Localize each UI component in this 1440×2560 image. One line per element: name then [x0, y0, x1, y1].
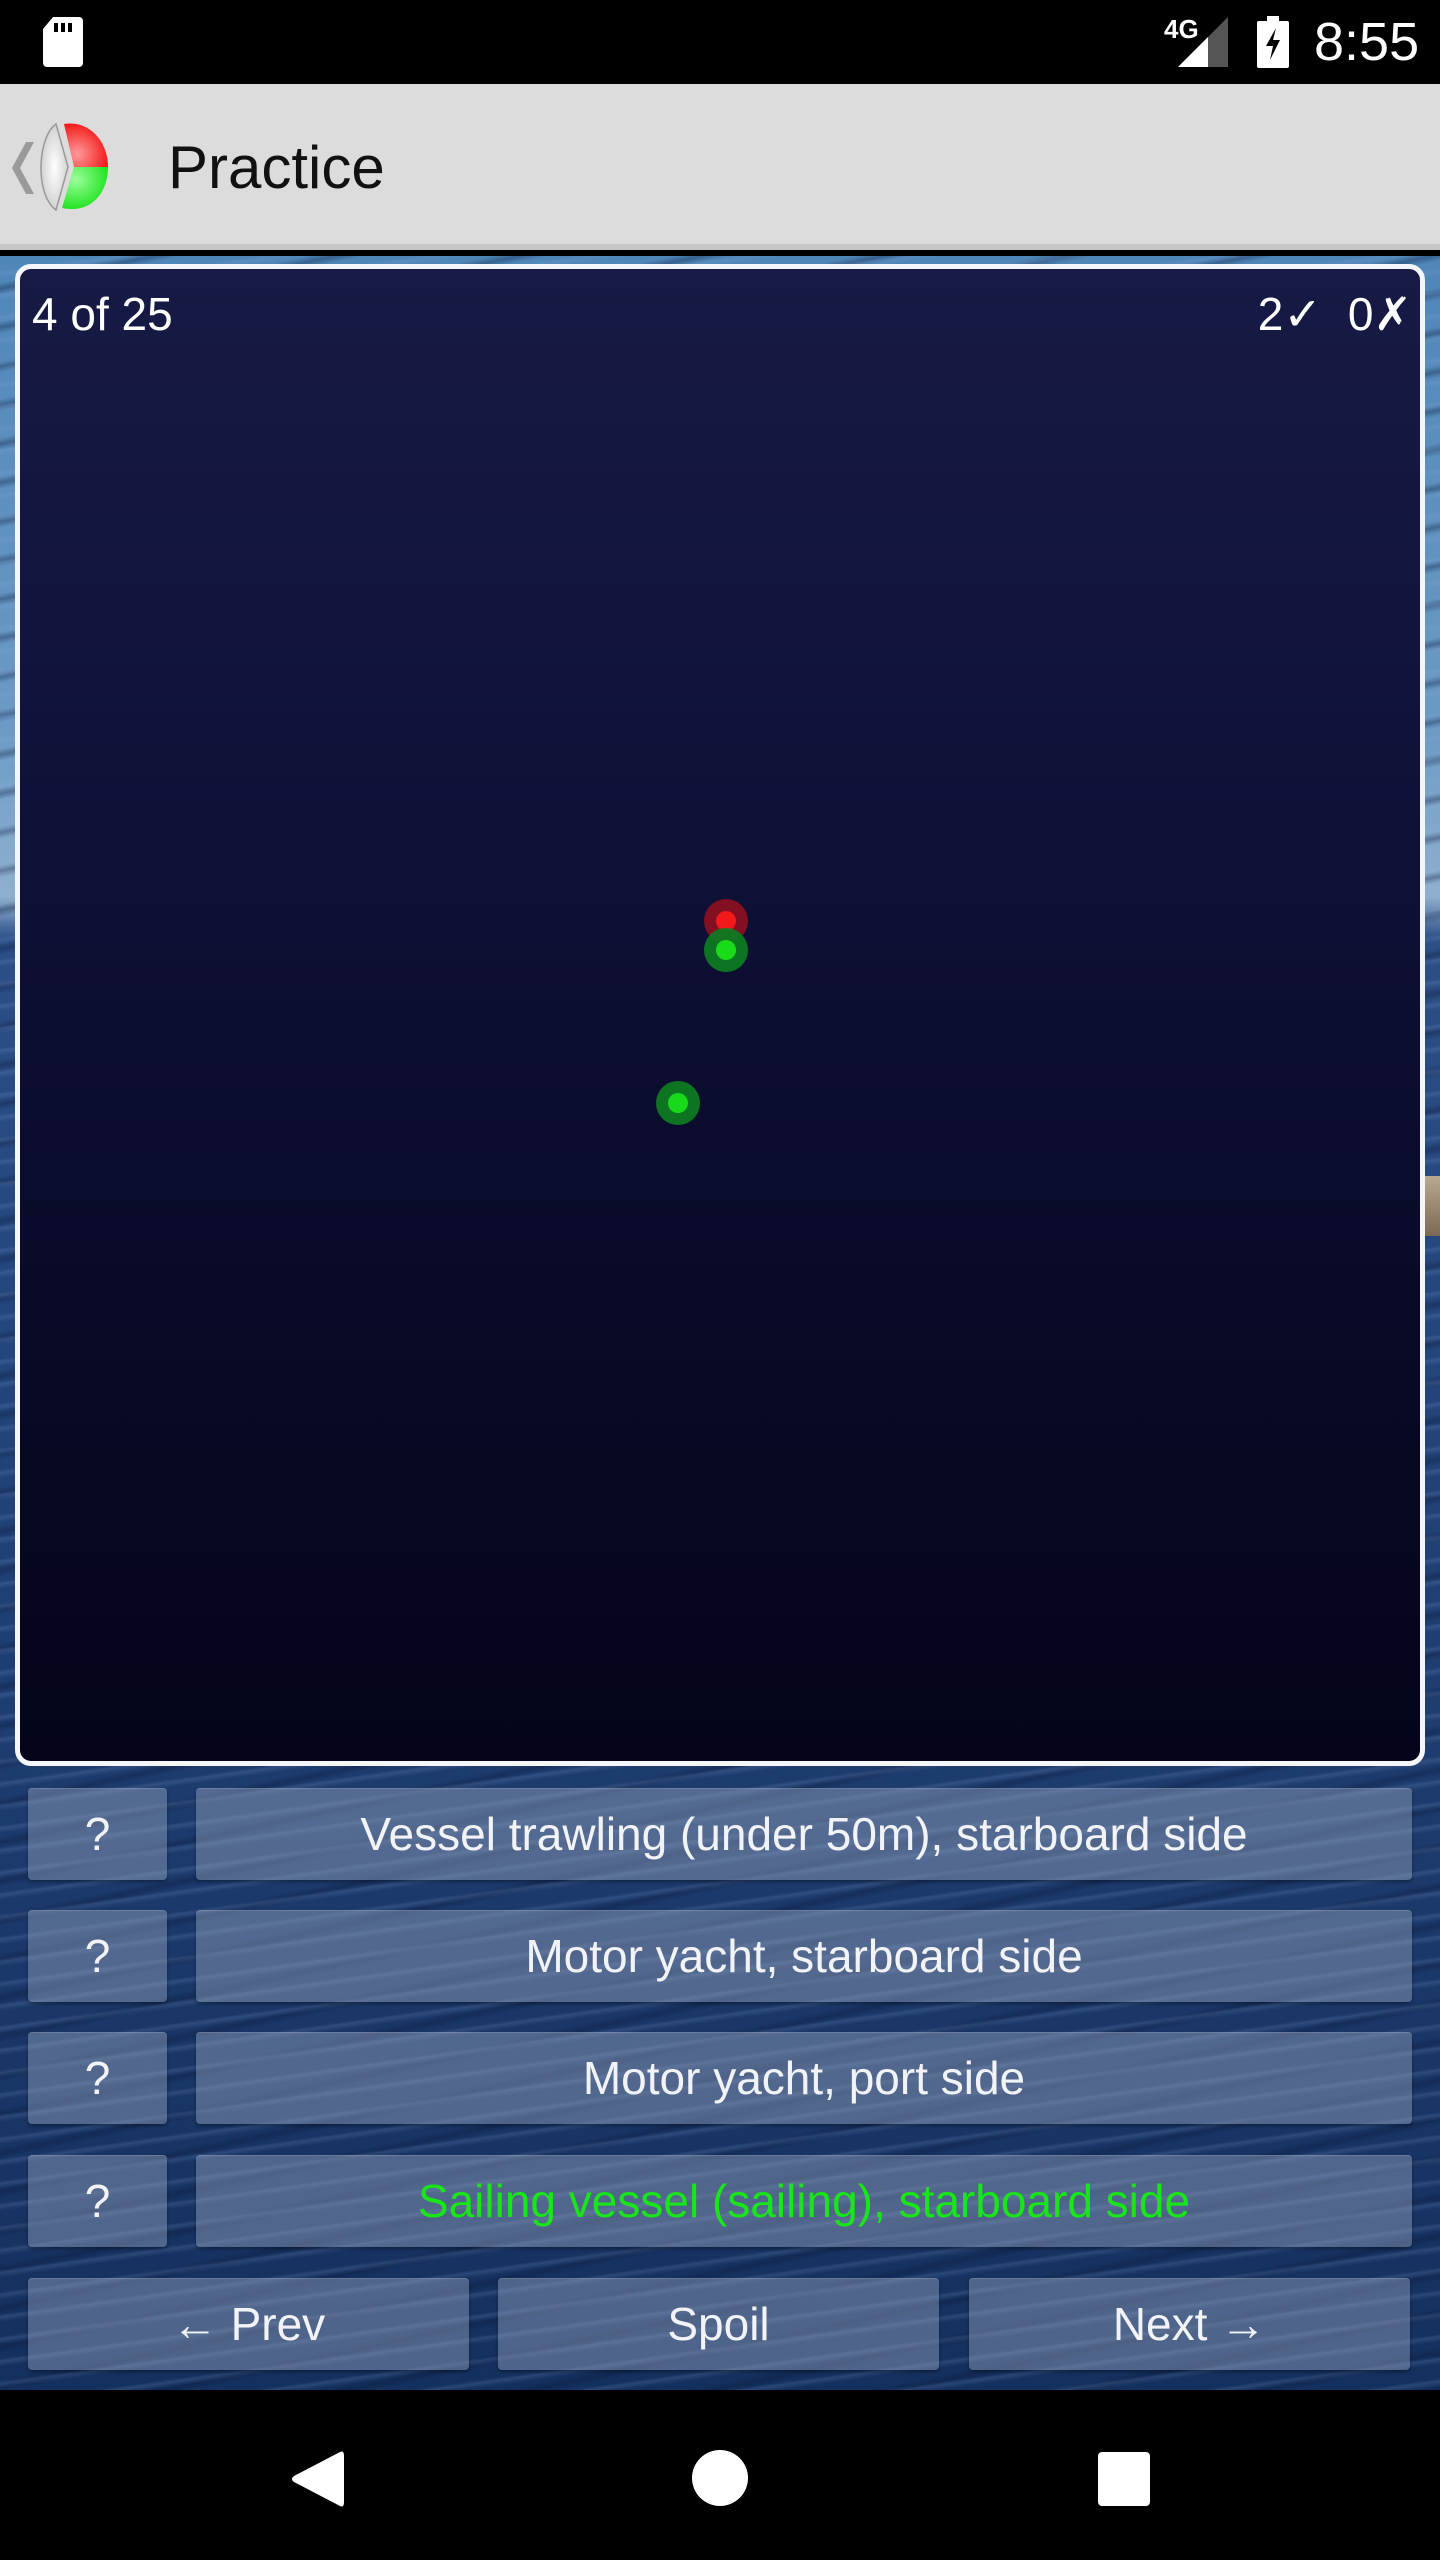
triangle-back-icon[interactable]: [290, 2450, 344, 2508]
question-progress: 4 of 25: [32, 288, 173, 340]
prev-button[interactable]: ← Prev: [28, 2278, 469, 2370]
navigation-lights-logo-icon[interactable]: [34, 122, 108, 212]
answer-row: ? Motor yacht, port side: [28, 2032, 1412, 2124]
green-sidelight: [656, 1081, 700, 1125]
answer-row: ? Motor yacht, starboard side: [28, 1910, 1412, 2002]
check-icon: ✓: [1283, 288, 1322, 340]
green-masthead-light: [704, 928, 748, 972]
hint-button[interactable]: ?: [28, 2155, 167, 2247]
circle-home-icon[interactable]: [692, 2450, 748, 2506]
answer-button[interactable]: Sailing vessel (sailing), starboard side: [196, 2155, 1412, 2247]
answer-button[interactable]: Motor yacht, port side: [196, 2032, 1412, 2124]
answer-button[interactable]: Vessel trawling (under 50m), starboard s…: [196, 1788, 1412, 1880]
signal-icon: [1178, 17, 1228, 67]
hint-button[interactable]: ?: [28, 1910, 167, 2002]
square-recents-icon[interactable]: [1098, 2452, 1150, 2506]
hint-button[interactable]: ?: [28, 1788, 167, 1880]
system-navigation-bar: [0, 2390, 1440, 2560]
correct-score: 2✓: [1258, 287, 1322, 341]
answer-row: ? Vessel trawling (under 50m), starboard…: [28, 1788, 1412, 1880]
spoil-button[interactable]: Spoil: [498, 2278, 939, 2370]
light-core: [716, 940, 736, 960]
quiz-navigation: ← Prev Spoil Next →: [28, 2278, 1412, 2370]
chevron-left-icon[interactable]: [12, 142, 34, 194]
battery-charging-icon: [1257, 16, 1289, 68]
wrong-score: 0✗: [1348, 287, 1412, 341]
wrong-count: 0: [1347, 288, 1374, 340]
clock: 8:55: [1314, 12, 1420, 72]
night-scene-card: 4 of 25 2✓ 0✗: [15, 264, 1425, 1766]
answer-row: ? Sailing vessel (sailing), starboard si…: [28, 2155, 1412, 2247]
cross-icon: ✗: [1373, 288, 1412, 340]
sd-card-icon: [43, 17, 83, 67]
hint-button[interactable]: ?: [28, 2032, 167, 2124]
score: 2✓ 0✗: [1258, 287, 1412, 341]
answer-button[interactable]: Motor yacht, starboard side: [196, 1910, 1412, 2002]
page-title: Practice: [168, 134, 385, 201]
next-button[interactable]: Next →: [969, 2278, 1410, 2370]
correct-count: 2: [1257, 288, 1284, 340]
light-core: [668, 1093, 688, 1113]
status-bar: 4G 8:55: [0, 0, 1440, 84]
